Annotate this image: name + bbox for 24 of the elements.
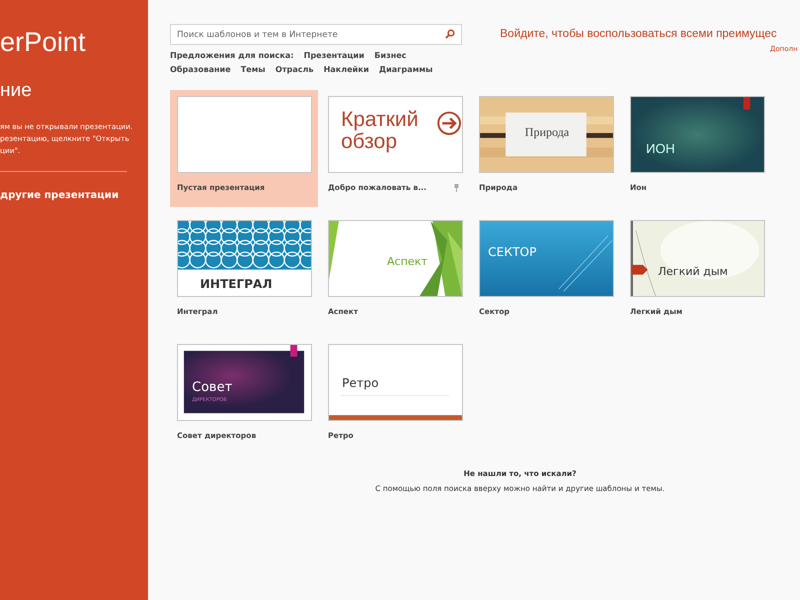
suggestion-link[interactable]: Образование [170, 64, 231, 76]
suggestion-link[interactable]: Наклейки [324, 64, 370, 76]
suggestion-link[interactable]: Бизнес [374, 50, 406, 62]
suggestions-label: Предложения для поиска: [170, 50, 294, 62]
open-other-link[interactable]: другие презентации [0, 190, 119, 201]
slide-title: СЕКТОР [488, 246, 536, 258]
sign-in-prompt: Войдите, чтобы воспользоваться всеми преимущес [500, 27, 777, 42]
search-field[interactable]: Поиск шаблонов и тем в Интернете [170, 24, 462, 45]
app-title: erPoint [0, 26, 87, 59]
slide-title: Природа [524, 126, 570, 138]
slide-title: Краткий обзор [341, 109, 420, 154]
slide-title: ИОН [646, 142, 675, 155]
slide-title: Ретро [342, 377, 379, 389]
arrow-circle-icon [437, 112, 461, 135]
section-title: ние [0, 78, 33, 102]
slide-title: Аспект [387, 256, 428, 267]
slide-title: Совет [192, 381, 232, 394]
slide-title: ИНТЕГРАЛ [200, 278, 272, 290]
suggestion-link[interactable]: Диаграммы [379, 64, 433, 76]
suggestion-link[interactable]: Отрасль [275, 64, 314, 76]
search-icon[interactable] [445, 29, 455, 39]
suggestion-link[interactable]: Презентации [304, 50, 364, 62]
suggestion-link[interactable]: Темы [240, 64, 266, 76]
slide-title: Легкий дым [658, 266, 728, 277]
